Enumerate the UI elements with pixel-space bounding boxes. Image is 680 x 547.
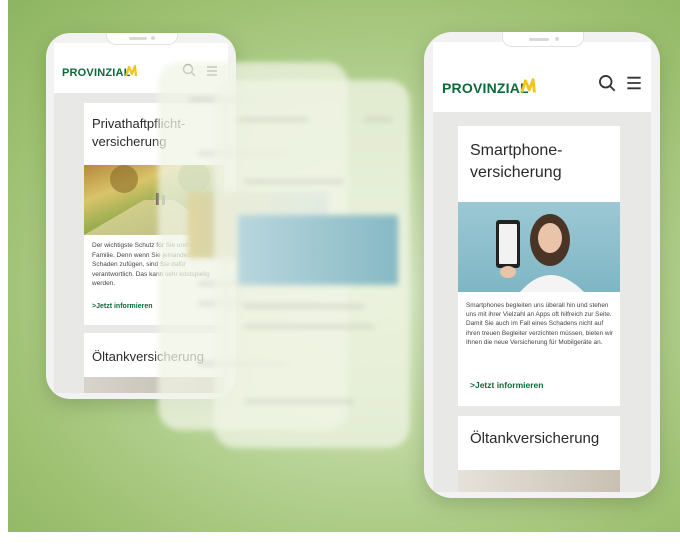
cta-link-jetzt-informieren[interactable]: >Jetzt informieren (92, 303, 153, 310)
right-phone-mockup: PROVINZIAL Smartphone- versicherung Smar… (424, 32, 660, 498)
hamburger-menu-icon[interactable] (626, 75, 642, 96)
phone-notch (502, 32, 584, 47)
left-phone-logo[interactable]: PROVINZIAL (62, 64, 137, 79)
card-title: Öltankversicherung (470, 430, 600, 447)
phone-notch (106, 33, 178, 45)
cta-label: Jetzt informieren (474, 380, 544, 390)
card-body-text: Smartphones begleiten uns überall hin un… (466, 302, 614, 346)
background-stage: PROVINZIAL Privathaftpflicht- versicheru… (8, 0, 680, 532)
transition-blur-phone-2 (214, 80, 410, 448)
card-image-preview (458, 470, 620, 492)
search-icon[interactable] (598, 74, 616, 97)
right-phone-logo[interactable]: PROVINZIAL (442, 78, 536, 96)
cta-label: Jetzt informieren (96, 303, 153, 310)
product-card-smartphone[interactable]: Smartphone- versicherung Smartphones beg… (458, 126, 620, 406)
cta-link-jetzt-informieren[interactable]: >Jetzt informieren (470, 380, 543, 390)
logo-text: PROVINZIAL (62, 67, 131, 79)
bottom-white-strip (0, 532, 680, 547)
product-card-oeltank[interactable]: Öltankversicherung (458, 416, 620, 492)
logo-text: PROVINZIAL (442, 80, 529, 96)
card-image-woman-with-smartphone (458, 202, 620, 292)
right-phone-screen: PROVINZIAL Smartphone- versicherung Smar… (433, 42, 651, 492)
right-phone-header: PROVINZIAL (433, 42, 651, 112)
card-title: Smartphone- versicherung (470, 142, 563, 181)
